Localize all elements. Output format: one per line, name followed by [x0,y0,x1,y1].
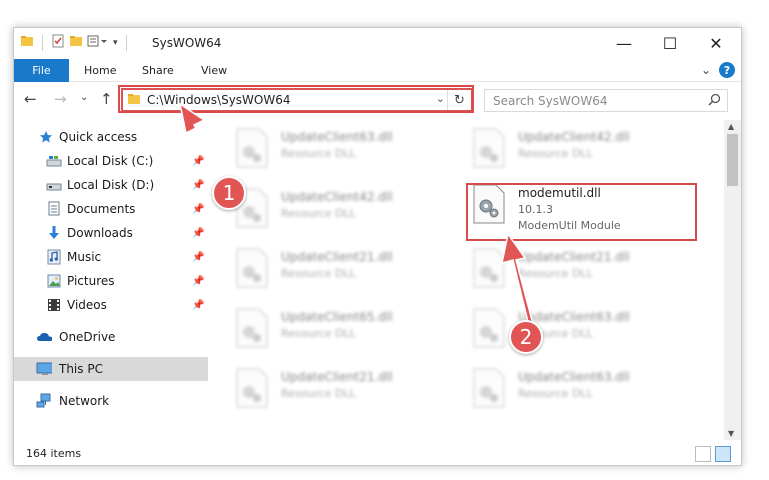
arrow-1 [178,102,227,185]
annotation-arrows [178,102,534,328]
callout-one: 1 [212,176,246,210]
callout-two: 2 [509,320,543,354]
arrow-2 [501,232,534,328]
